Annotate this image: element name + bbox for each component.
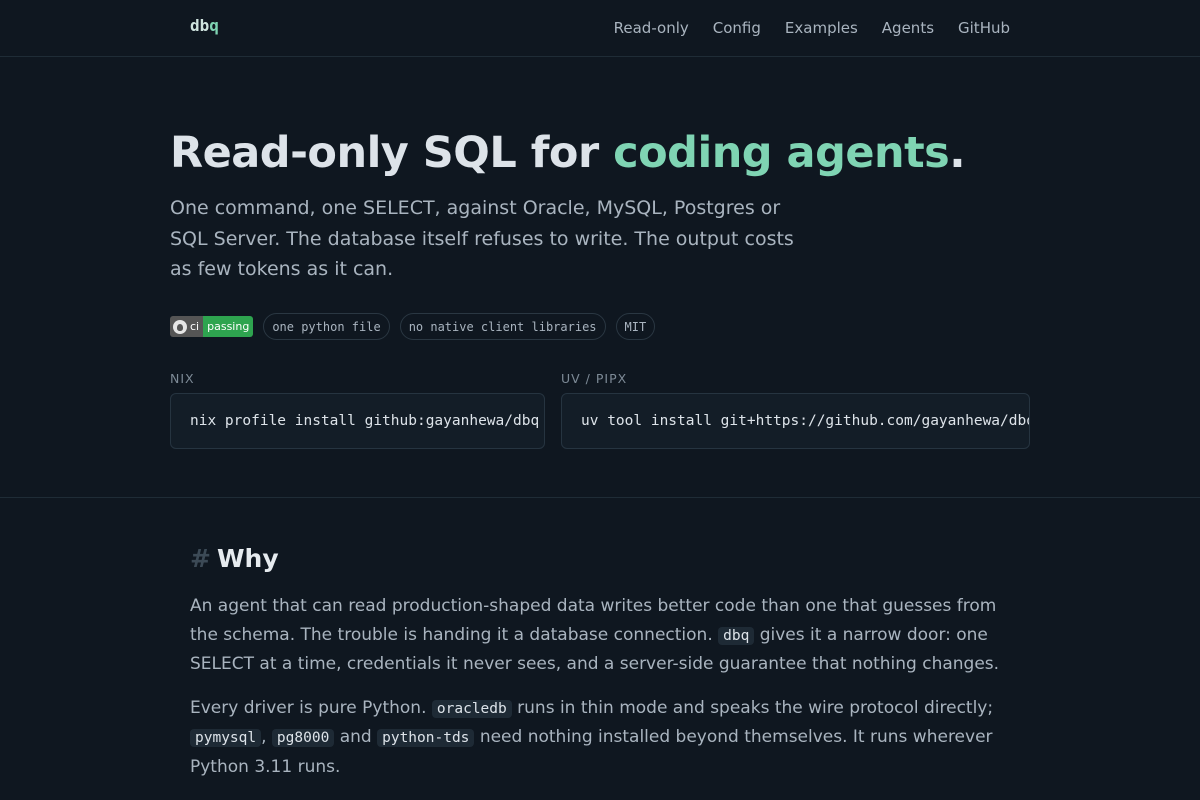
text-run: Every driver is pure Python. [190,697,432,718]
top-navbar: dbq Read-only Config Examples Agents Git… [0,0,1200,57]
code-dbq: dbq [718,626,755,645]
nav-link-read-only[interactable]: Read-only [614,19,689,37]
nav-link-config[interactable]: Config [713,19,761,37]
text-run: and [334,727,378,747]
text-run: runs in thin mode and speaks the wire pr… [511,697,994,718]
nix-install-command[interactable]: nix profile install github:gayanhewa/dbq [170,393,545,449]
ci-status: passing [203,316,254,337]
hero-title-text: Read-only SQL for [170,128,614,178]
brand-logo[interactable]: dbq [190,16,219,35]
main-nav: Read-only Config Examples Agents GitHub [614,19,1010,37]
ci-badge-label: ci [170,316,204,337]
text-run: , [261,727,272,747]
hero-lede: One command, one SELECT, against Oracle,… [170,197,794,280]
hero-section: Read-only SQL for coding agents. One com… [170,125,1030,285]
pill-license: MIT [615,313,656,340]
code-oracledb: oracledb [431,699,512,718]
badge-row: ci passing one python file no native cli… [170,313,656,340]
why-heading-text: Why [216,544,279,573]
hero-title: Read-only SQL for coding agents. [170,125,1030,181]
nav-link-examples[interactable]: Examples [785,19,858,37]
brand-accent: q [209,16,219,35]
ci-label: ci [190,320,200,333]
hero-title-period: . [949,128,966,178]
ci-status-badge[interactable]: ci passing [170,316,254,337]
github-icon [173,319,187,334]
anchor-hash[interactable]: # [190,544,211,573]
hero-title-accent: coding agents [613,128,950,178]
uv-install-label: UV / PIPX [561,371,628,386]
code-python-tds: python-tds [377,729,475,747]
nav-link-github[interactable]: GitHub [958,19,1010,37]
why-section: # Why An agent that can read production-s… [190,540,1020,781]
section-divider [0,497,1200,498]
brand-prefix: db [190,16,210,35]
pill-no-native-client-libraries: no native client libraries [399,313,606,340]
nix-install-label: NIX [170,371,195,386]
why-paragraph-1: An agent that can read production-shaped… [190,592,1020,679]
nav-link-agents[interactable]: Agents [882,19,934,37]
why-paragraph-2: Every driver is pure Python. oracledb ru… [190,694,1020,782]
code-pg8000: pg8000 [271,729,335,747]
pill-one-python-file: one python file [263,313,390,340]
code-pymysql: pymysql [190,729,262,747]
why-heading: # Why [190,540,1020,578]
uv-install-command[interactable]: uv tool install git+https://github.com/g… [561,393,1030,449]
